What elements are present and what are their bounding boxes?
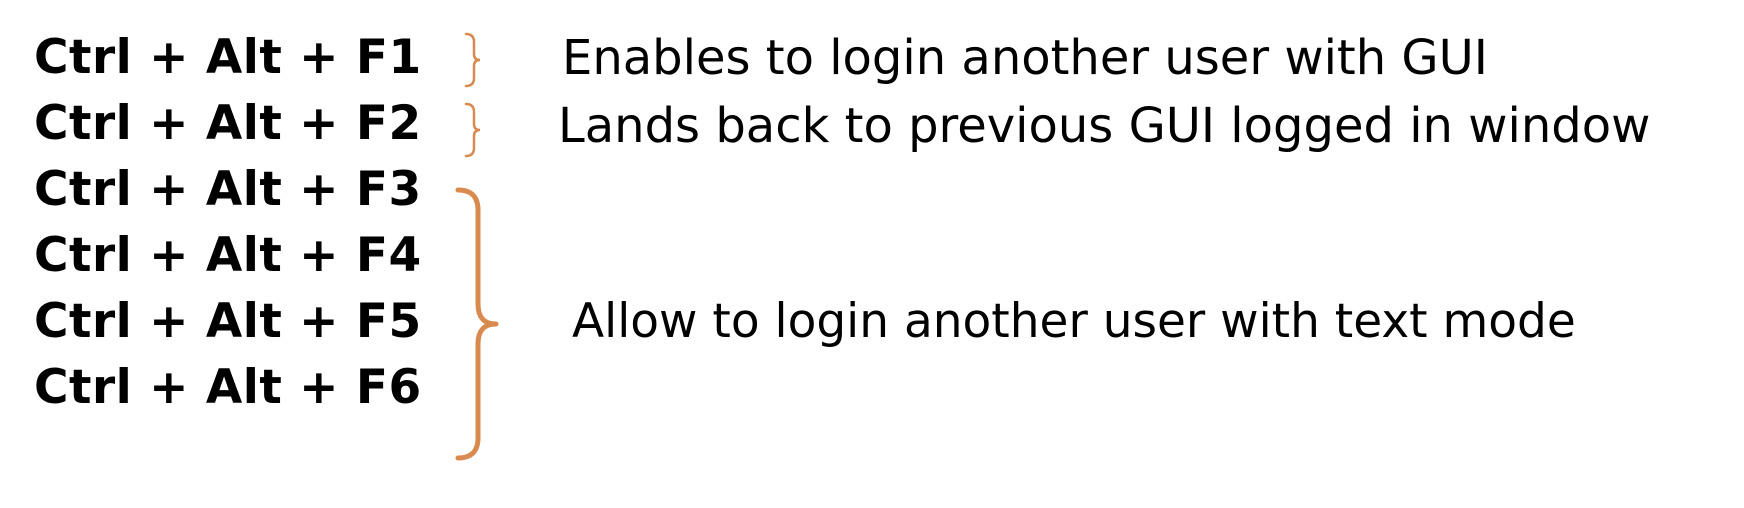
shortcut-f2: Ctrl + Alt + F2 — [34, 96, 422, 151]
shortcut-f6: Ctrl + Alt + F6 — [34, 360, 422, 415]
shortcut-f4: Ctrl + Alt + F4 — [34, 228, 422, 283]
description-f2: Lands back to previous GUI logged in win… — [558, 98, 1651, 154]
small-bracket-f1 — [464, 32, 481, 88]
shortcut-f5: Ctrl + Alt + F5 — [34, 294, 422, 349]
description-f3-f6: Allow to login another user with text mo… — [572, 294, 1576, 349]
description-f1: Enables to login another user with GUI — [562, 30, 1488, 86]
shortcut-f1: Ctrl + Alt + F1 — [34, 30, 422, 85]
shortcut-f3: Ctrl + Alt + F3 — [34, 162, 422, 217]
large-bracket-f3-f6 — [455, 187, 499, 461]
small-bracket-f2 — [464, 102, 481, 158]
